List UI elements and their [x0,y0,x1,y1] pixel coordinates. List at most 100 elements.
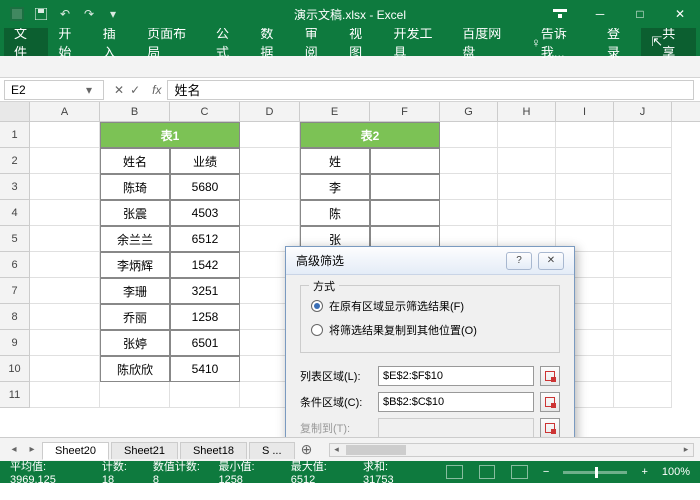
cell[interactable]: 姓名 [100,148,170,174]
cell[interactable] [30,278,100,304]
cell[interactable] [614,122,672,148]
cell[interactable] [30,122,100,148]
sheet-tab[interactable]: Sheet18 [180,442,247,459]
tab-home[interactable]: 开始 [48,28,92,56]
cell[interactable]: 5410 [170,356,240,382]
cell[interactable] [614,304,672,330]
dialog-close-button[interactable]: ✕ [538,252,564,270]
view-pagebreak-icon[interactable] [511,465,528,479]
cell[interactable] [370,174,440,200]
cell[interactable] [170,382,240,408]
cell[interactable] [614,252,672,278]
row-header[interactable]: 9 [0,330,30,356]
share-button[interactable]: ⇱ 共享 [641,28,696,56]
cell[interactable] [440,122,498,148]
list-range-picker-button[interactable] [540,366,560,386]
cell[interactable]: 陈 [300,200,370,226]
cell[interactable] [30,148,100,174]
row-header[interactable]: 6 [0,252,30,278]
criteria-range-picker-button[interactable] [540,392,560,412]
radio-copy-other[interactable]: 将筛选结果复制到其他位置(O) [311,318,549,342]
cell[interactable] [30,382,100,408]
cell[interactable] [100,382,170,408]
maximize-button[interactable]: □ [620,0,660,28]
cell[interactable]: 1542 [170,252,240,278]
col-header[interactable]: E [300,102,370,121]
cell[interactable] [440,200,498,226]
zoom-out-icon[interactable]: − [543,466,549,478]
tell-me[interactable]: ♀ 告诉我... [521,28,597,56]
cell[interactable]: 4503 [170,200,240,226]
view-layout-icon[interactable] [479,465,496,479]
row-header[interactable]: 8 [0,304,30,330]
cell[interactable] [30,226,100,252]
cell[interactable]: 表1 [100,122,240,148]
cell[interactable] [370,148,440,174]
col-header[interactable]: F [370,102,440,121]
tab-file[interactable]: 文件 [4,28,48,56]
cell[interactable]: 李珊 [100,278,170,304]
row-header[interactable]: 4 [0,200,30,226]
scroll-right-icon[interactable]: ▸ [679,444,693,455]
cell[interactable] [614,174,672,200]
cell[interactable]: 乔丽 [100,304,170,330]
save-icon[interactable] [30,3,52,25]
copyto-range-picker-button[interactable] [540,418,560,437]
cell[interactable]: 余兰兰 [100,226,170,252]
zoom-level[interactable]: 100% [662,466,690,478]
cell[interactable]: 张婷 [100,330,170,356]
row-header[interactable]: 2 [0,148,30,174]
cell[interactable] [240,174,300,200]
cell[interactable] [240,200,300,226]
radio-filter-inplace[interactable]: 在原有区域显示筛选结果(F) [311,294,549,318]
login-button[interactable]: 登录 [597,28,641,56]
col-header[interactable]: B [100,102,170,121]
horizontal-scrollbar[interactable]: ◂ ▸ [329,443,694,457]
cell[interactable] [556,148,614,174]
fx-icon[interactable]: fx [146,83,167,97]
scrollbar-thumb[interactable] [346,445,406,455]
dialog-help-button[interactable]: ? [506,252,532,270]
col-header[interactable]: A [30,102,100,121]
excel-icon[interactable] [6,3,28,25]
row-header[interactable]: 11 [0,382,30,408]
zoom-slider[interactable] [563,471,627,474]
spreadsheet-grid[interactable]: A B C D E F G H I J 1表1表22姓名业绩姓3陈琦5680李4… [0,102,700,437]
cell[interactable] [440,174,498,200]
redo-icon[interactable]: ↷ [78,3,100,25]
col-header[interactable]: H [498,102,556,121]
cell[interactable] [498,200,556,226]
row-header[interactable]: 5 [0,226,30,252]
sheet-nav-prev-icon[interactable]: ◂ [6,444,22,455]
row-header[interactable]: 3 [0,174,30,200]
col-header[interactable]: I [556,102,614,121]
cell[interactable] [498,148,556,174]
col-header[interactable]: J [614,102,672,121]
sheet-tab[interactable]: S ... [249,442,295,459]
cell[interactable] [30,356,100,382]
cell[interactable]: 表2 [300,122,440,148]
cell[interactable]: 6501 [170,330,240,356]
cell[interactable]: 陈欣欣 [100,356,170,382]
sheet-tab[interactable]: Sheet21 [111,442,178,459]
cell[interactable] [614,278,672,304]
close-button[interactable]: ✕ [660,0,700,28]
tab-review[interactable]: 审阅 [295,28,339,56]
formula-bar[interactable]: 姓名 [167,80,694,100]
cell[interactable] [30,200,100,226]
select-all-corner[interactable] [0,102,30,121]
sheet-nav-next-icon[interactable]: ▸ [24,444,40,455]
zoom-thumb[interactable] [595,467,598,478]
cell[interactable] [614,200,672,226]
cell[interactable]: 姓 [300,148,370,174]
tab-formulas[interactable]: 公式 [206,28,250,56]
col-header[interactable]: G [440,102,498,121]
tab-developer[interactable]: 开发工具 [384,28,453,56]
row-header[interactable]: 7 [0,278,30,304]
cell[interactable]: 6512 [170,226,240,252]
col-header[interactable]: C [170,102,240,121]
cell[interactable] [614,226,672,252]
view-normal-icon[interactable] [446,465,463,479]
tab-layout[interactable]: 页面布局 [137,28,206,56]
cell[interactable]: 李 [300,174,370,200]
